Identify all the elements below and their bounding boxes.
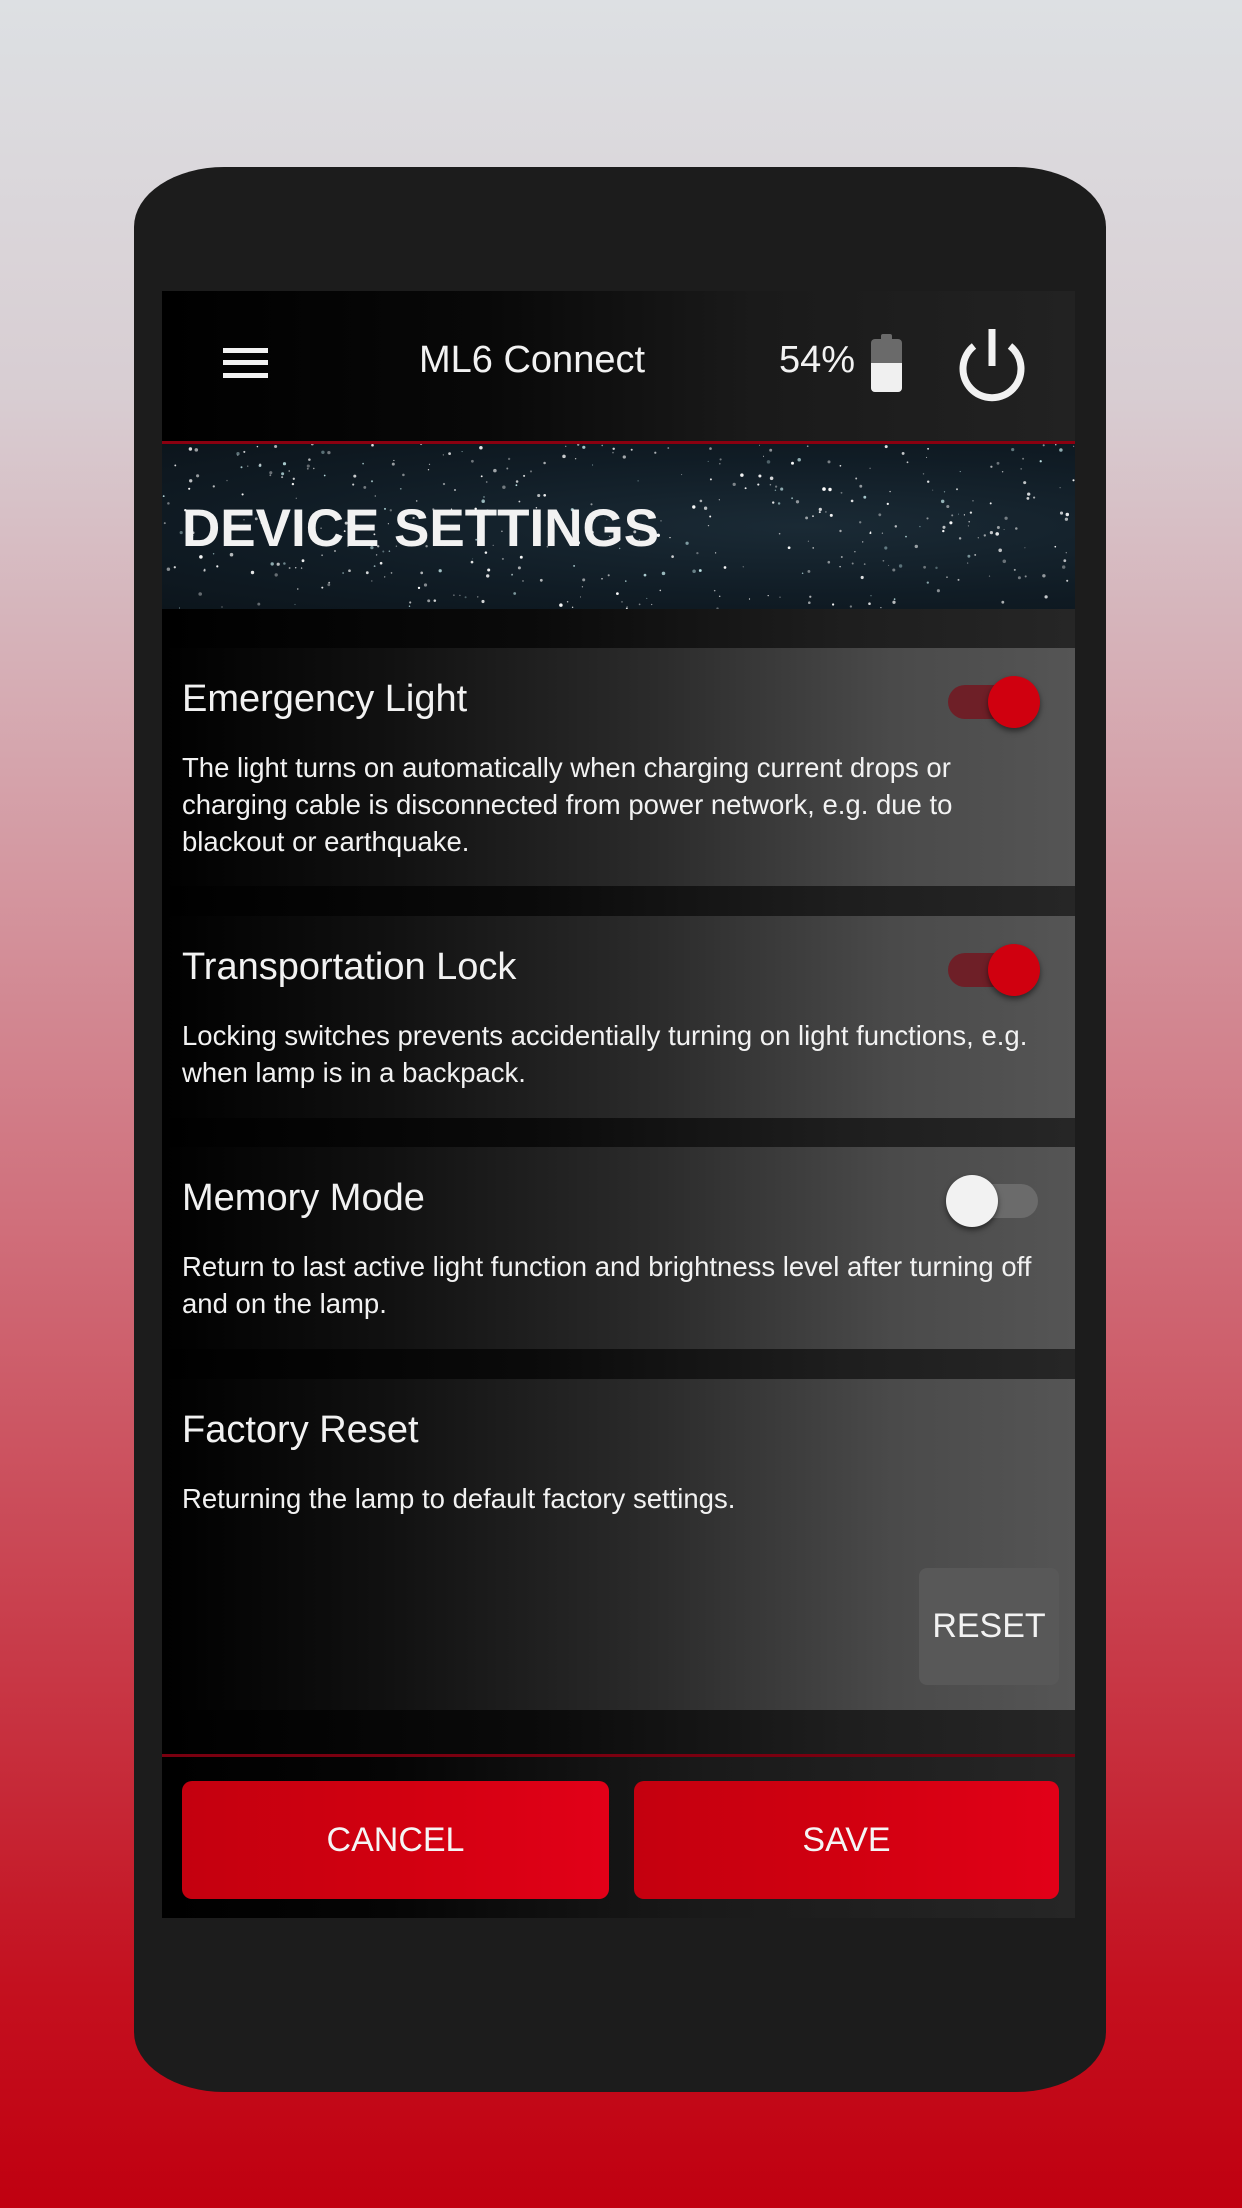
settings-banner: DEVICE SETTINGS [162, 444, 1075, 609]
setting-card-memory-mode: Memory Mode Return to last active light … [162, 1147, 1075, 1349]
setting-card-emergency-light: Emergency Light The light turns on autom… [162, 648, 1075, 886]
setting-title: Transportation Lock [182, 946, 517, 988]
app-screen: ML6 Connect 54% DEVICE SETTINGS Emergenc… [162, 291, 1075, 1918]
footer-actions: CANCEL SAVE [162, 1757, 1075, 1918]
setting-card-transportation-lock: Transportation Lock Locking switches pre… [162, 916, 1075, 1118]
cancel-button[interactable]: CANCEL [182, 1781, 609, 1899]
memory-mode-toggle[interactable] [946, 1175, 1040, 1227]
power-icon [959, 329, 1025, 402]
setting-title: Factory Reset [182, 1409, 419, 1451]
reset-button[interactable]: RESET [919, 1568, 1059, 1685]
battery-icon [871, 334, 902, 392]
hamburger-menu-icon[interactable] [223, 348, 268, 378]
emergency-light-toggle[interactable] [948, 676, 1040, 728]
setting-description: Locking switches prevents accidentially … [182, 1020, 1028, 1088]
app-title: ML6 Connect [419, 339, 646, 381]
setting-description: The light turns on automatically when ch… [182, 752, 953, 857]
save-button[interactable]: SAVE [634, 1781, 1059, 1899]
power-button[interactable] [952, 326, 1032, 406]
setting-card-factory-reset: Factory Reset Returning the lamp to defa… [162, 1379, 1075, 1710]
setting-description: Return to last active light function and… [182, 1251, 1032, 1319]
setting-description: Returning the lamp to default factory se… [182, 1483, 736, 1514]
battery-fill-level [871, 363, 902, 392]
battery-percentage: 54% [779, 339, 856, 381]
page-title: DEVICE SETTINGS [182, 499, 660, 558]
setting-title: Emergency Light [182, 678, 468, 720]
transportation-lock-toggle[interactable] [948, 944, 1040, 996]
setting-title: Memory Mode [182, 1177, 425, 1219]
app-bar: ML6 Connect 54% [162, 291, 1075, 444]
